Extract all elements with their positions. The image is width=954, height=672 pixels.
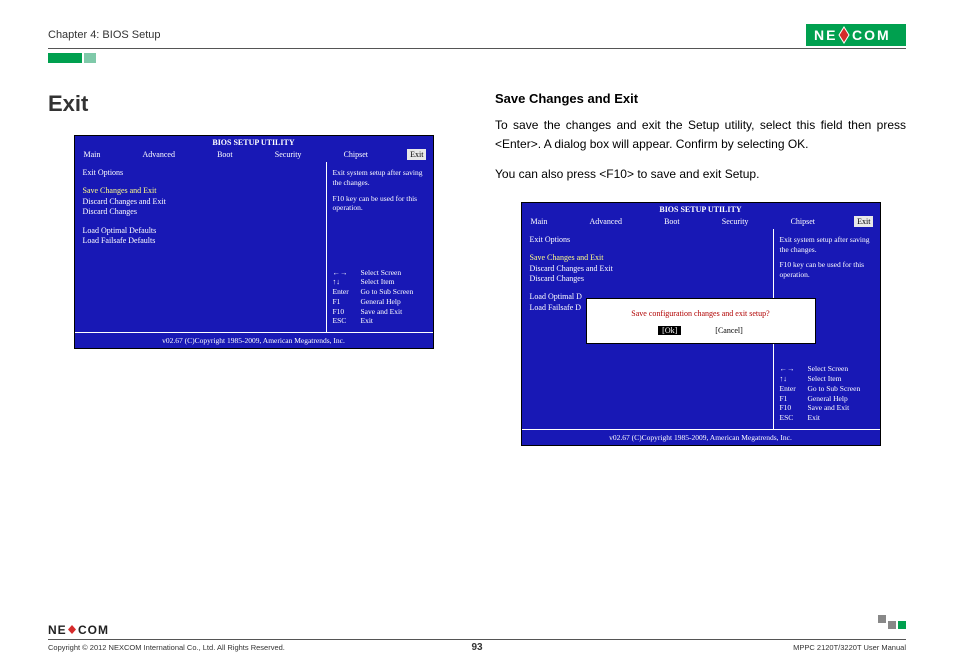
tab-exit[interactable]: Exit — [854, 216, 873, 227]
section-heading-exit: Exit — [48, 91, 459, 117]
tab-advanced[interactable]: Advanced — [587, 216, 625, 227]
tab-chipset[interactable]: Chipset — [341, 149, 371, 160]
tab-boot[interactable]: Boot — [214, 149, 236, 160]
bios-screenshot-right: BIOS SETUP UTILITY Main Advanced Boot Se… — [521, 202, 881, 446]
opt-save-changes-exit[interactable]: Save Changes and Exit — [530, 253, 765, 263]
exit-options-label: Exit Options — [83, 168, 318, 178]
opt-discard-changes-exit[interactable]: Discard Changes and Exit — [83, 197, 318, 207]
chapter-title: Chapter 4: BIOS Setup — [48, 29, 161, 41]
bios-footer: v02.67 (C)Copyright 1985-2009, American … — [522, 429, 880, 445]
page-number: 93 — [471, 642, 482, 653]
opt-discard-changes[interactable]: Discard Changes — [530, 274, 765, 284]
bios-title: BIOS SETUP UTILITY — [522, 203, 880, 216]
svg-text:COM: COM — [78, 623, 109, 636]
bios-left-panel: Exit Options Save Changes and Exit Disca… — [75, 162, 327, 332]
svg-text:NE: NE — [48, 623, 67, 636]
dialog-message: Save configuration changes and exit setu… — [595, 309, 807, 318]
paragraph-2: You can also press <F10> to save and exi… — [495, 165, 906, 184]
opt-load-optimal[interactable]: Load Optimal Defaults — [83, 226, 318, 236]
nexcom-logo-top: NE COM — [806, 24, 906, 46]
bios-key-legend: ←→Select Screen ↑↓Select Item EnterGo to… — [780, 364, 874, 423]
tab-chipset[interactable]: Chipset — [788, 216, 818, 227]
tab-main[interactable]: Main — [528, 216, 551, 227]
help-text-1: Exit system setup after saving the chang… — [780, 235, 874, 255]
bios-footer: v02.67 (C)Copyright 1985-2009, American … — [75, 332, 433, 348]
right-column: Save Changes and Exit To save the change… — [495, 91, 906, 446]
tab-security[interactable]: Security — [272, 149, 305, 160]
help-text-2: F10 key can be used for this operation. — [780, 260, 874, 280]
opt-save-changes-exit[interactable]: Save Changes and Exit — [83, 186, 318, 196]
subheading-save-exit: Save Changes and Exit — [495, 91, 906, 106]
paragraph-1: To save the changes and exit the Setup u… — [495, 116, 906, 153]
tab-security[interactable]: Security — [719, 216, 752, 227]
tab-boot[interactable]: Boot — [661, 216, 683, 227]
header-stripe — [48, 53, 906, 63]
left-column: Exit BIOS SETUP UTILITY Main Advanced Bo… — [48, 91, 459, 446]
dialog-ok-button[interactable]: [Ok] — [658, 326, 681, 335]
manual-title: MPPC 2120T/3220T User Manual — [793, 643, 906, 652]
page-header: Chapter 4: BIOS Setup NE COM — [48, 24, 906, 49]
svg-text:COM: COM — [852, 27, 891, 43]
confirm-dialog: Save configuration changes and exit setu… — [586, 298, 816, 344]
tab-main[interactable]: Main — [81, 149, 104, 160]
nexcom-logo-footer: NE COM — [48, 623, 116, 639]
bios-key-legend: ←→Select Screen ↑↓Select Item EnterGo to… — [333, 268, 427, 327]
tab-exit[interactable]: Exit — [407, 149, 426, 160]
bios-tabs: Main Advanced Boot Security Chipset Exit — [522, 216, 880, 229]
bios-tabs: Main Advanced Boot Security Chipset Exit — [75, 149, 433, 162]
bios-title: BIOS SETUP UTILITY — [75, 136, 433, 149]
tab-advanced[interactable]: Advanced — [140, 149, 178, 160]
opt-discard-changes-exit[interactable]: Discard Changes and Exit — [530, 264, 765, 274]
bios-screenshot-left: BIOS SETUP UTILITY Main Advanced Boot Se… — [74, 135, 434, 349]
help-text-2: F10 key can be used for this operation. — [333, 194, 427, 214]
opt-load-failsafe[interactable]: Load Failsafe Defaults — [83, 236, 318, 246]
help-text-1: Exit system setup after saving the chang… — [333, 168, 427, 188]
dialog-cancel-button[interactable]: [Cancel] — [715, 326, 743, 335]
bios-right-panel: Exit system setup after saving the chang… — [327, 162, 433, 332]
copyright-text: Copyright © 2012 NEXCOM International Co… — [48, 643, 285, 652]
exit-options-label: Exit Options — [530, 235, 765, 245]
page-footer: NE COM Copyright © 2012 NEXCOM Internati… — [48, 623, 906, 652]
opt-discard-changes[interactable]: Discard Changes — [83, 207, 318, 217]
footer-blocks-icon — [878, 615, 906, 629]
svg-text:NE: NE — [814, 27, 837, 43]
